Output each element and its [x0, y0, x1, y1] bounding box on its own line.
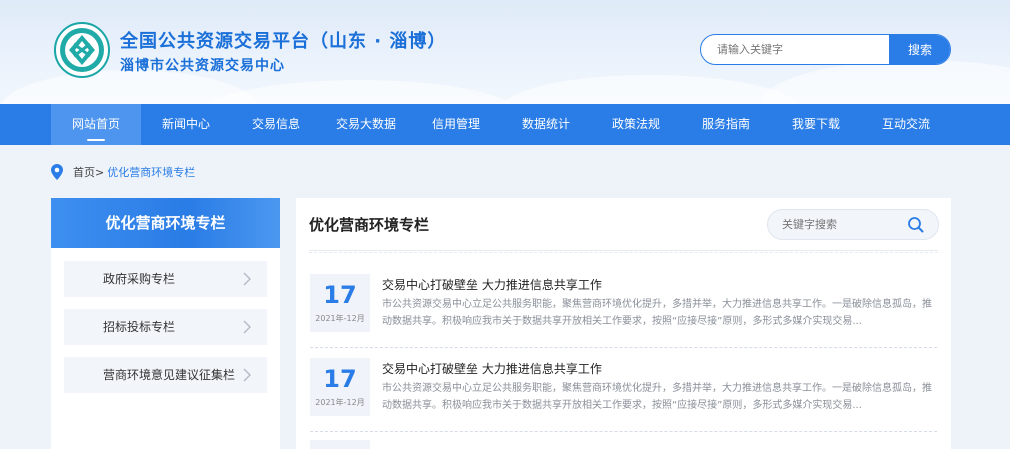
main-nav: 网站首页 新闻中心 交易信息 交易大数据 信用管理 数据统计 政策法规 服务指南…	[0, 104, 1010, 145]
news-title-link[interactable]: 交易中心打破壁垒 大力推进信息共享工作	[382, 276, 602, 293]
breadcrumb: 首页> 优化营商环境专栏	[51, 163, 195, 181]
site-title: 全国公共资源交易平台（山东 · 淄博）	[120, 31, 447, 52]
news-day: 17	[323, 281, 357, 309]
sidebar-item-label: 政府采购专栏	[103, 272, 176, 286]
news-day: 17	[323, 365, 357, 393]
sidebar-item-government-procurement[interactable]: 政府采购专栏	[64, 261, 267, 297]
news-title-link[interactable]: 交易中心打破壁垒 大力推进信息共享工作	[382, 360, 602, 377]
title-divider	[309, 250, 938, 253]
breadcrumb-home-link[interactable]: 首页>	[73, 164, 104, 180]
news-year-month: 2021年-12月	[315, 398, 365, 407]
sidebar: 优化营商环境专栏 政府采购专栏 招标投标专栏 营商环境意见建议征集栏	[51, 198, 280, 449]
nav-item-interaction[interactable]: 互动交流	[861, 104, 951, 145]
nav-item-policies[interactable]: 政策法规	[591, 104, 681, 145]
emblem-logo[interactable]	[54, 22, 110, 78]
news-summary: 市公共资源交易中心立足公共服务职能，聚焦营商环境优化提升，多措并举，大力推进信息…	[382, 299, 932, 327]
main-content: 优化营商环境专栏 17 2021年-12月 交易中心打破壁垒 大力推进信息共享工…	[296, 198, 951, 449]
sidebar-title: 优化营商环境专栏	[51, 198, 280, 248]
nav-item-credit-management[interactable]: 信用管理	[411, 104, 501, 145]
news-date-partial	[310, 440, 370, 449]
news-date: 17 2021年-12月	[310, 274, 370, 332]
news-summary: 市公共资源交易中心立足公共服务职能，聚焦营商环境优化提升，多措并举，大力推进信息…	[382, 383, 932, 411]
sidebar-item-label: 营商环境意见建议征集栏	[103, 368, 236, 382]
chevron-right-icon	[243, 272, 251, 286]
breadcrumb-current: 优化营商环境专栏	[107, 166, 196, 179]
keyword-search-input[interactable]	[768, 210, 898, 239]
sidebar-item-label: 招标投标专栏	[103, 320, 176, 334]
chevron-right-icon	[243, 320, 251, 334]
header-search-button[interactable]: 搜索	[889, 35, 950, 64]
news-item[interactable]: 17 2021年-12月 交易中心打破壁垒 大力推进信息共享工作 市公共资源交易…	[310, 272, 937, 348]
news-date: 17 2021年-12月	[310, 358, 370, 416]
nav-item-home[interactable]: 网站首页	[51, 104, 141, 145]
chevron-right-icon	[243, 368, 251, 382]
location-pin-icon	[51, 164, 63, 180]
nav-item-downloads[interactable]: 我要下载	[771, 104, 861, 145]
news-year-month: 2021年-12月	[315, 314, 365, 323]
nav-item-service-guide[interactable]: 服务指南	[681, 104, 771, 145]
site-header: 全国公共资源交易平台（山东 · 淄博） 淄博市公共资源交易中心 搜索	[0, 0, 1010, 104]
news-item[interactable]: 17 2021年-12月 交易中心打破壁垒 大力推进信息共享工作 市公共资源交易…	[310, 356, 937, 432]
keyword-search	[767, 209, 939, 240]
content-title: 优化营商环境专栏	[309, 216, 430, 234]
site-subtitle: 淄博市公共资源交易中心	[120, 58, 285, 74]
nav-item-news-center[interactable]: 新闻中心	[141, 104, 231, 145]
nav-item-trade-big-data[interactable]: 交易大数据	[321, 104, 411, 145]
nav-item-data-statistics[interactable]: 数据统计	[501, 104, 591, 145]
nav-item-trade-info[interactable]: 交易信息	[231, 104, 321, 145]
header-search: 搜索	[700, 34, 951, 65]
sidebar-item-bidding[interactable]: 招标投标专栏	[64, 309, 267, 345]
sidebar-item-suggestions[interactable]: 营商环境意见建议征集栏	[64, 357, 267, 393]
search-icon[interactable]	[906, 215, 926, 235]
header-search-input[interactable]	[701, 35, 889, 64]
